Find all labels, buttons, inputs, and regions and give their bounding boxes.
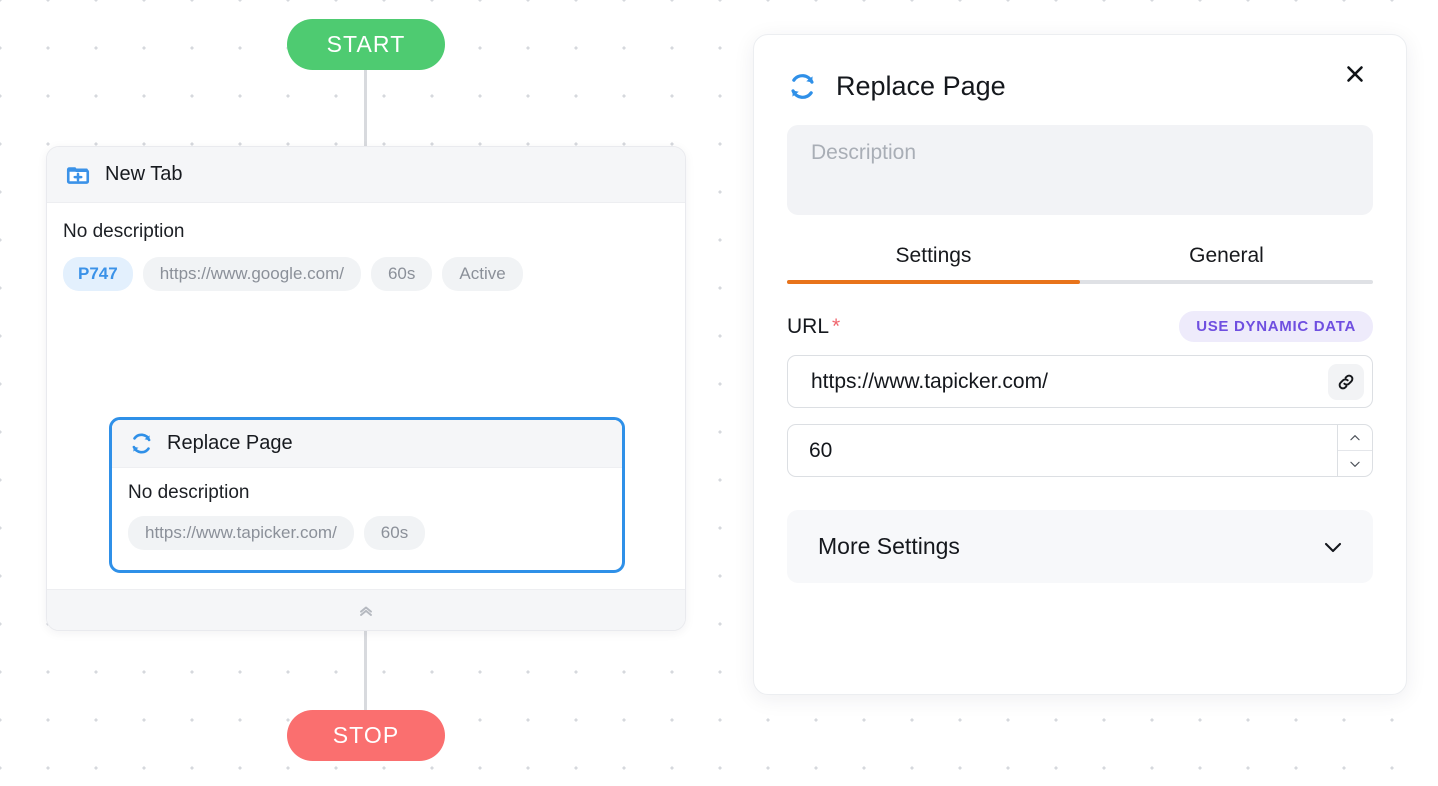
replace-page-node-card[interactable]: Replace Page No description https://www.… — [109, 417, 625, 573]
settings-panel-tabs: Settings General — [787, 244, 1373, 284]
chevron-up-icon[interactable] — [1338, 425, 1372, 450]
chevrons-up-icon — [356, 600, 376, 620]
collapse-group-button[interactable] — [47, 589, 685, 630]
new-tab-node-header: New Tab — [47, 147, 685, 203]
tab-general-label: General — [1189, 244, 1264, 267]
chip-url: https://www.google.com/ — [142, 257, 361, 291]
replace-page-node-title: Replace Page — [167, 432, 293, 454]
start-button-label: START — [326, 31, 406, 57]
more-settings-label: More Settings — [818, 533, 960, 559]
tab-settings[interactable]: Settings — [787, 244, 1080, 284]
start-button[interactable]: START — [287, 19, 445, 70]
new-tab-node-description: No description — [63, 221, 185, 242]
settings-panel: Replace Page Settings General URL* USE D… — [753, 34, 1407, 695]
required-marker: * — [832, 314, 841, 338]
close-icon[interactable] — [1337, 56, 1373, 92]
chip-timeout: 60s — [370, 257, 433, 291]
tabs-active-indicator — [787, 280, 1080, 284]
stop-button-label: STOP — [332, 722, 400, 748]
new-tab-node-chips: P747 https://www.google.com/ 60s Active — [63, 257, 685, 291]
chip-timeout: 60s — [363, 516, 426, 550]
tab-general[interactable]: General — [1080, 244, 1373, 284]
link-icon[interactable] — [1328, 363, 1364, 400]
replace-page-node-body: No description https://www.tapicker.com/… — [112, 468, 622, 550]
url-field-label: URL * — [787, 315, 840, 339]
replace-page-node-description: No description — [128, 482, 250, 503]
new-tab-icon — [65, 162, 91, 188]
chip-url: https://www.tapicker.com/ — [128, 516, 354, 550]
url-input-wrapper — [787, 355, 1373, 408]
new-tab-node-title: New Tab — [105, 163, 183, 185]
timeout-stepper — [1337, 425, 1372, 476]
replace-page-icon — [129, 431, 154, 456]
use-dynamic-data-button[interactable]: USE DYNAMIC DATA — [1179, 311, 1373, 342]
chevron-down-icon[interactable] — [1321, 535, 1345, 559]
timeout-input[interactable] — [788, 425, 1337, 476]
chip-profile-id: P747 — [63, 257, 133, 291]
new-tab-node-body: No description P747 https://www.google.c… — [47, 203, 685, 605]
new-tab-node-card[interactable]: New Tab No description P747 https://www.… — [46, 146, 686, 631]
settings-panel-header: Replace Page — [787, 35, 1373, 102]
url-label-text: URL — [787, 314, 830, 338]
replace-page-node-header: Replace Page — [112, 420, 622, 468]
settings-panel-title: Replace Page — [836, 71, 1006, 101]
stop-button[interactable]: STOP — [287, 710, 445, 761]
replace-page-icon — [787, 71, 818, 102]
timeout-input-wrapper — [787, 424, 1373, 477]
workflow-canvas: START New Tab No description P747 https:… — [0, 0, 1438, 786]
more-settings-accordion[interactable]: More Settings — [787, 510, 1373, 583]
replace-page-node-chips: https://www.tapicker.com/ 60s — [128, 516, 622, 550]
chevron-down-icon[interactable] — [1338, 450, 1372, 476]
tab-settings-label: Settings — [895, 244, 972, 267]
url-field-row: URL * USE DYNAMIC DATA — [787, 311, 1373, 342]
chip-status: Active — [442, 257, 523, 291]
description-textarea[interactable] — [787, 125, 1373, 215]
url-input[interactable] — [809, 368, 1328, 395]
